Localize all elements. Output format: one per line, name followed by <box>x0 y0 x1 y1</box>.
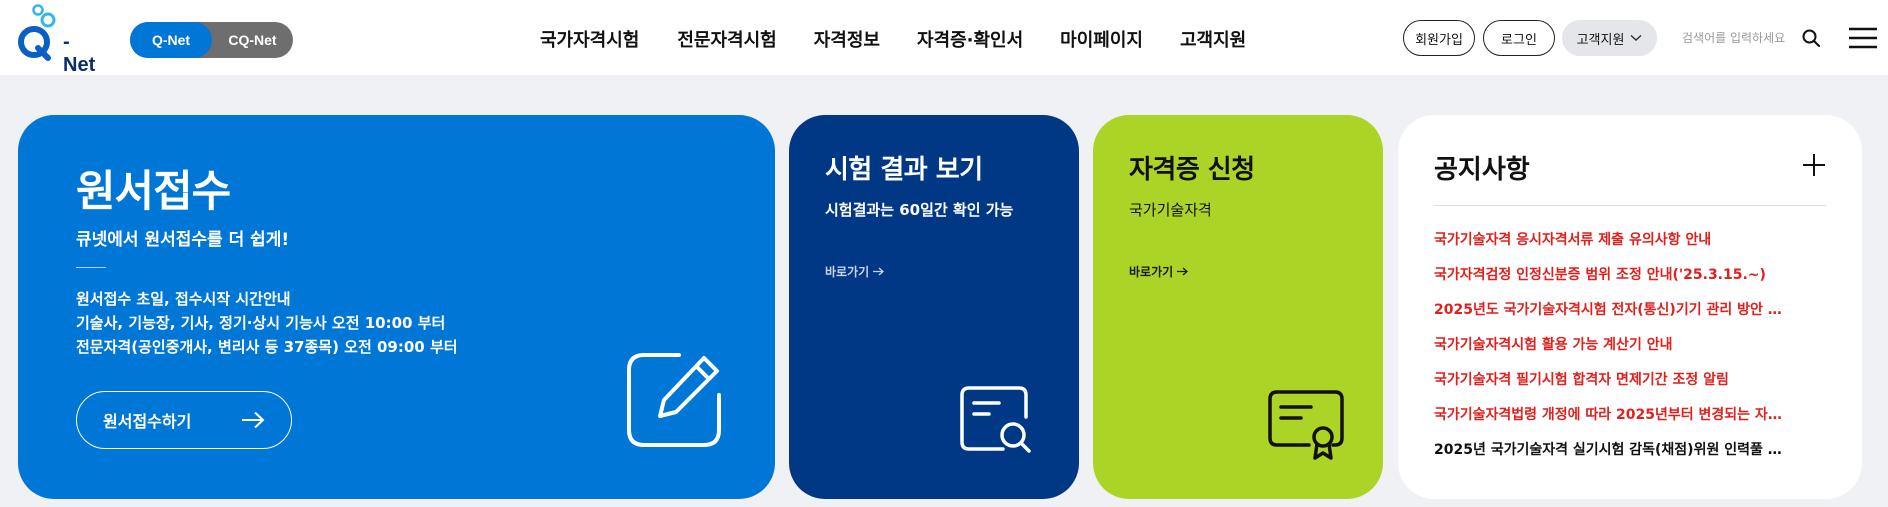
certificate-card[interactable]: 자격증 신청 국가기술자격 바로가기 <box>1093 115 1383 499</box>
apply-button-label: 원서접수하기 <box>103 412 192 431</box>
notice-card: 공지사항 국가기술자격 응시자격서류 제출 유의사항 안내 국가자격검정 인정신… <box>1398 115 1862 499</box>
nav-support[interactable]: 고객지원 <box>1180 26 1246 52</box>
notice-item[interactable]: 국가기술자격 응시자격서류 제출 유의사항 안내 <box>1434 229 1794 264</box>
search-input[interactable]: 검색어를 입력하세요 <box>1682 29 1785 46</box>
signup-button[interactable]: 회원가입 <box>1403 20 1475 56</box>
results-link-label: 바로가기 <box>825 265 870 279</box>
application-subtitle: 큐넷에서 원서접수를 더 쉽게! <box>76 230 290 250</box>
site-toggle: Q-Net CQ-Net <box>130 22 293 58</box>
support-dropdown[interactable]: 고객지원 <box>1562 20 1657 56</box>
nav-qualification-info[interactable]: 자격정보 <box>814 26 880 52</box>
header: - Net Q-Net CQ-Net 국가자격시험 전문자격시험 자격정보 자격… <box>0 0 1888 76</box>
results-card[interactable]: 시험 결과 보기 시험결과는 60일간 확인 가능 바로가기 <box>789 115 1079 499</box>
nav-mypage[interactable]: 마이페이지 <box>1060 26 1143 52</box>
notice-item[interactable]: 2025년 국가기술자격 실기시험 감독(채점)위원 인력풀 모... <box>1434 439 1794 474</box>
nav-certificate[interactable]: 자격증·확인서 <box>917 26 1023 52</box>
logo-text: - Net <box>63 31 96 76</box>
chevron-down-icon <box>1630 34 1642 42</box>
divider <box>1434 205 1826 206</box>
arrow-right-icon <box>873 267 885 276</box>
apply-button[interactable]: 원서접수하기 <box>76 391 292 449</box>
notice-item[interactable]: 국가기술자격법령 개정에 따라 2025년부터 변경되는 자격... <box>1434 404 1794 439</box>
application-info-line: 기술사, 기능장, 기사, 정기·상시 기능사 오전 10:00 부터 <box>76 314 446 332</box>
logo-rings-icon <box>18 4 56 61</box>
certificate-title: 자격증 신청 <box>1129 155 1255 185</box>
toggle-qnet[interactable]: Q-Net <box>130 22 212 58</box>
main-nav: 국가자격시험 전문자격시험 자격정보 자격증·확인서 마이페이지 고객지원 <box>540 26 1246 52</box>
results-title: 시험 결과 보기 <box>825 155 983 185</box>
notice-item[interactable]: 국가기술자격시험 활용 가능 계산기 안내 <box>1434 334 1794 369</box>
nav-national-exam[interactable]: 국가자격시험 <box>540 26 639 52</box>
application-card: 원서접수 큐넷에서 원서접수를 더 쉽게! 원서접수 초일, 접수시작 시간안내… <box>18 115 775 499</box>
menu-icon[interactable] <box>1849 27 1877 49</box>
notice-item[interactable]: 국가기술자격 필기시험 합격자 면제기간 조정 알림 <box>1434 369 1794 404</box>
document-search-icon <box>960 386 1031 453</box>
arrow-right-icon <box>242 411 265 429</box>
results-link[interactable]: 바로가기 <box>825 263 885 280</box>
notice-list: 국가기술자격 응시자격서류 제출 유의사항 안내 국가자격검정 인정신분증 범위… <box>1434 229 1794 474</box>
support-dropdown-label: 고객지원 <box>1576 32 1625 48</box>
application-info: 원서접수 초일, 접수시작 시간안내 기술사, 기능장, 기사, 정기·상시 기… <box>76 287 458 359</box>
results-subtitle: 시험결과는 60일간 확인 가능 <box>825 201 1014 219</box>
certificate-subtitle: 국가기술자격 <box>1129 201 1212 219</box>
certificate-link-label: 바로가기 <box>1129 265 1174 279</box>
certificate-link[interactable]: 바로가기 <box>1129 263 1189 280</box>
login-button[interactable]: 로그인 <box>1483 20 1555 56</box>
nav-professional-exam[interactable]: 전문자격시험 <box>677 26 776 52</box>
application-info-line: 원서접수 초일, 접수시작 시간안내 <box>76 290 291 308</box>
application-info-line: 전문자격(공인중개사, 변리사 등 37종목) 오전 09:00 부터 <box>76 338 458 356</box>
edit-icon <box>627 353 721 447</box>
plus-icon[interactable] <box>1802 153 1826 177</box>
notice-item[interactable]: 2025년도 국가기술자격시험 전자(통신)기기 관리 방안 재... <box>1434 299 1794 334</box>
notice-item[interactable]: 국가자격검정 인정신분증 범위 조정 안내('25.3.15.~) <box>1434 264 1794 299</box>
notice-title: 공지사항 <box>1434 155 1530 185</box>
qnet-logo[interactable]: - Net <box>16 4 102 76</box>
toggle-cqnet[interactable]: CQ-Net <box>212 22 293 58</box>
divider <box>76 267 106 268</box>
arrow-right-icon <box>1177 267 1189 276</box>
search-icon[interactable] <box>1802 29 1820 47</box>
application-title: 원서접수 <box>76 167 231 217</box>
certificate-icon <box>1268 390 1344 460</box>
